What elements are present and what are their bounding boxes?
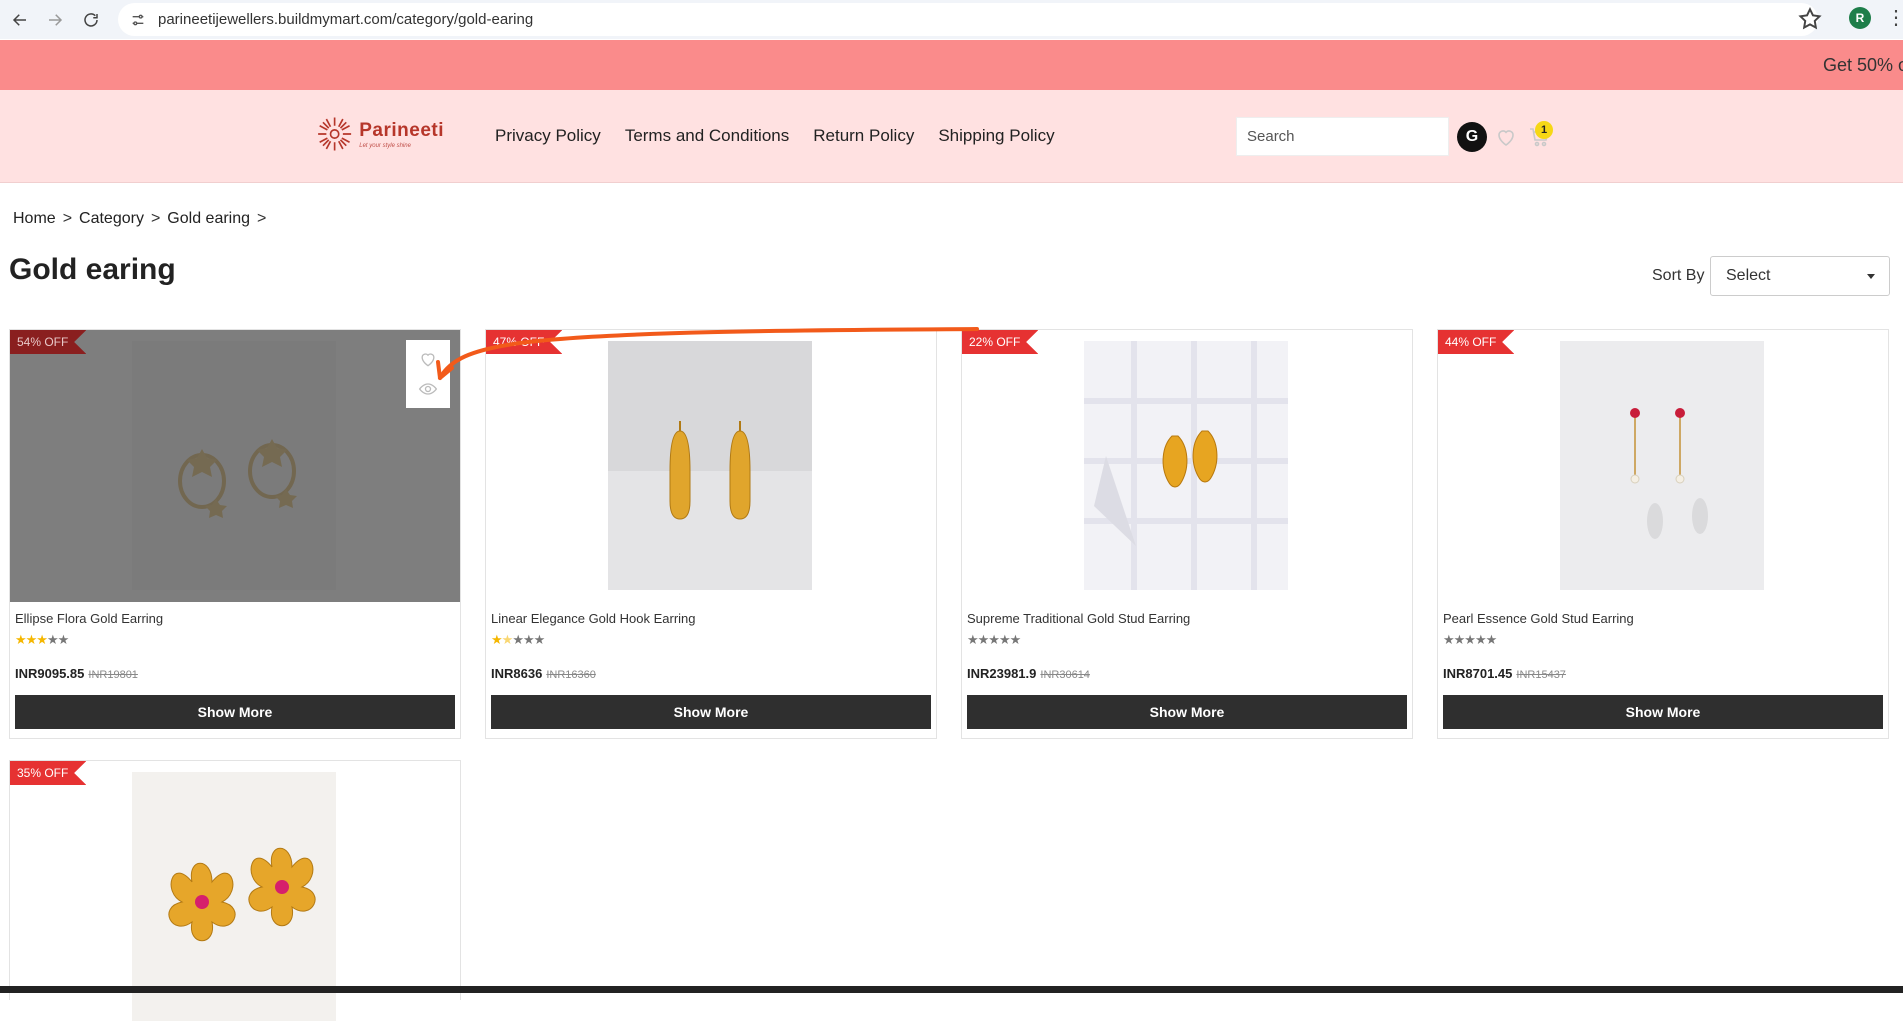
discount-badge: 35% OFF [10, 761, 87, 785]
current-price: 8636 [513, 666, 543, 681]
price-currency: INR [967, 666, 990, 681]
product-photo [132, 772, 336, 1021]
hover-overlay [10, 330, 460, 602]
breadcrumb-separator: > [150, 210, 161, 227]
rating-stars: ★★★★★ [967, 632, 1021, 647]
product-price: INR9095.85 INR19801 [15, 666, 138, 681]
breadcrumb-separator: > [257, 210, 267, 227]
brand-logo[interactable]: Parineeti Let your style shine [314, 112, 444, 156]
brand-tagline: Let your style shine [359, 142, 411, 149]
product-photo [608, 341, 812, 590]
menu-shipping-policy[interactable]: Shipping Policy [938, 126, 1054, 146]
promo-text: Get 50% of [1823, 55, 1903, 75]
profile-avatar[interactable]: R [1849, 7, 1871, 29]
breadcrumb-separator: > [62, 210, 73, 227]
address-bar[interactable]: parineetijewellers.buildmymart.com/categ… [118, 3, 1818, 36]
search-input[interactable] [1247, 128, 1437, 145]
product-title[interactable]: Ellipse Flora Gold Earring [15, 611, 163, 626]
product-photo [1084, 341, 1288, 590]
current-price: 9095.85 [37, 666, 85, 681]
wishlist-heart-icon[interactable] [1494, 125, 1518, 149]
flower-logo-icon [318, 117, 352, 151]
main-menu: Privacy Policy Terms and Conditions Retu… [495, 126, 1055, 146]
product-title[interactable]: Supreme Traditional Gold Stud Earring [967, 611, 1190, 626]
quick-actions [406, 340, 450, 408]
browser-toolbar: parineetijewellers.buildmymart.com/categ… [0, 0, 1903, 39]
product-image-area[interactable]: 22% OFF [962, 330, 1412, 602]
menu-terms-and-conditions[interactable]: Terms and Conditions [625, 126, 789, 146]
product-image-area[interactable]: 44% OFF [1438, 330, 1888, 602]
product-card[interactable]: 22% OFF Supreme Traditional Gold Stud Ea… [961, 329, 1413, 739]
search-box [1236, 117, 1449, 156]
discount-badge: 44% OFF [1438, 330, 1515, 354]
site-settings-icon[interactable] [130, 12, 146, 28]
price-currency: INR [1443, 666, 1466, 681]
show-more-button[interactable]: Show More [967, 695, 1407, 729]
breadcrumb-category[interactable]: Category [79, 210, 144, 228]
price-currency: INR [15, 666, 38, 681]
product-price: INR8701.45 INR15437 [1443, 666, 1566, 681]
product-image-area[interactable]: 54% OFF [10, 330, 460, 602]
product-price: INR8636 INR16360 [491, 666, 596, 681]
sort-selected-value: Select [1726, 267, 1771, 284]
rating-stars: ★★★★★ [1443, 632, 1497, 647]
original-price: INR19801 [88, 669, 138, 681]
breadcrumb-home[interactable]: Home [13, 210, 56, 228]
product-card[interactable]: 35% OFF [9, 760, 461, 1033]
original-price: INR30614 [1040, 669, 1090, 681]
page-title: Gold earing [9, 253, 176, 286]
current-price: 23981.9 [989, 666, 1037, 681]
product-card[interactable]: 47% OFF Linear Elegance Gold Hook Earrin… [485, 329, 937, 739]
caret-down-icon [1867, 274, 1875, 279]
sort-select[interactable]: Select [1710, 256, 1890, 296]
site-header: Parineeti Let your style shine Privacy P… [0, 90, 1903, 183]
os-taskbar [0, 986, 1903, 993]
promo-banner: Get 50% of [0, 40, 1903, 90]
account-button[interactable]: G [1457, 122, 1487, 152]
original-price: INR15437 [1516, 669, 1566, 681]
menu-privacy-policy[interactable]: Privacy Policy [495, 126, 601, 146]
product-card[interactable]: 44% OFF Pearl Essence Gold Stud Earring … [1437, 329, 1889, 739]
add-to-wishlist-heart-icon[interactable] [418, 349, 438, 369]
back-icon[interactable] [2, 2, 38, 38]
rating-stars: ★★★★★ [15, 632, 69, 647]
product-title[interactable]: Linear Elegance Gold Hook Earring [491, 611, 696, 626]
sort-label: Sort By [1652, 267, 1705, 284]
price-currency: INR [491, 666, 514, 681]
original-price: INR16360 [546, 669, 596, 681]
breadcrumb-current[interactable]: Gold earing [167, 210, 250, 228]
breadcrumb: Home > Category > Gold earing > [13, 210, 266, 228]
discount-badge: 47% OFF [486, 330, 563, 354]
product-title[interactable]: Pearl Essence Gold Stud Earring [1443, 611, 1634, 626]
url-text: parineetijewellers.buildmymart.com/categ… [158, 11, 534, 28]
product-image-area[interactable]: 47% OFF [486, 330, 936, 602]
discount-badge: 22% OFF [962, 330, 1039, 354]
current-price: 8701.45 [1465, 666, 1513, 681]
reload-icon[interactable] [73, 2, 109, 38]
rating-stars: ★★★★★ [491, 632, 545, 647]
show-more-button[interactable]: Show More [15, 695, 455, 729]
show-more-button[interactable]: Show More [1443, 695, 1883, 729]
product-card[interactable]: 54% OFF Ellipse Flora Gold Earring ★★★★★… [9, 329, 461, 739]
product-photo [1560, 341, 1764, 590]
menu-return-policy[interactable]: Return Policy [813, 126, 914, 146]
bookmark-star-icon[interactable] [1797, 6, 1823, 32]
cart-count-badge: 1 [1535, 121, 1553, 139]
product-price: INR23981.9 INR30614 [967, 666, 1090, 681]
browser-menu-icon[interactable]: ⋮ [1886, 6, 1903, 30]
forward-icon[interactable] [37, 2, 73, 38]
show-more-button[interactable]: Show More [491, 695, 931, 729]
brand-name: Parineeti [359, 119, 444, 141]
quick-view-eye-icon[interactable] [418, 379, 438, 399]
